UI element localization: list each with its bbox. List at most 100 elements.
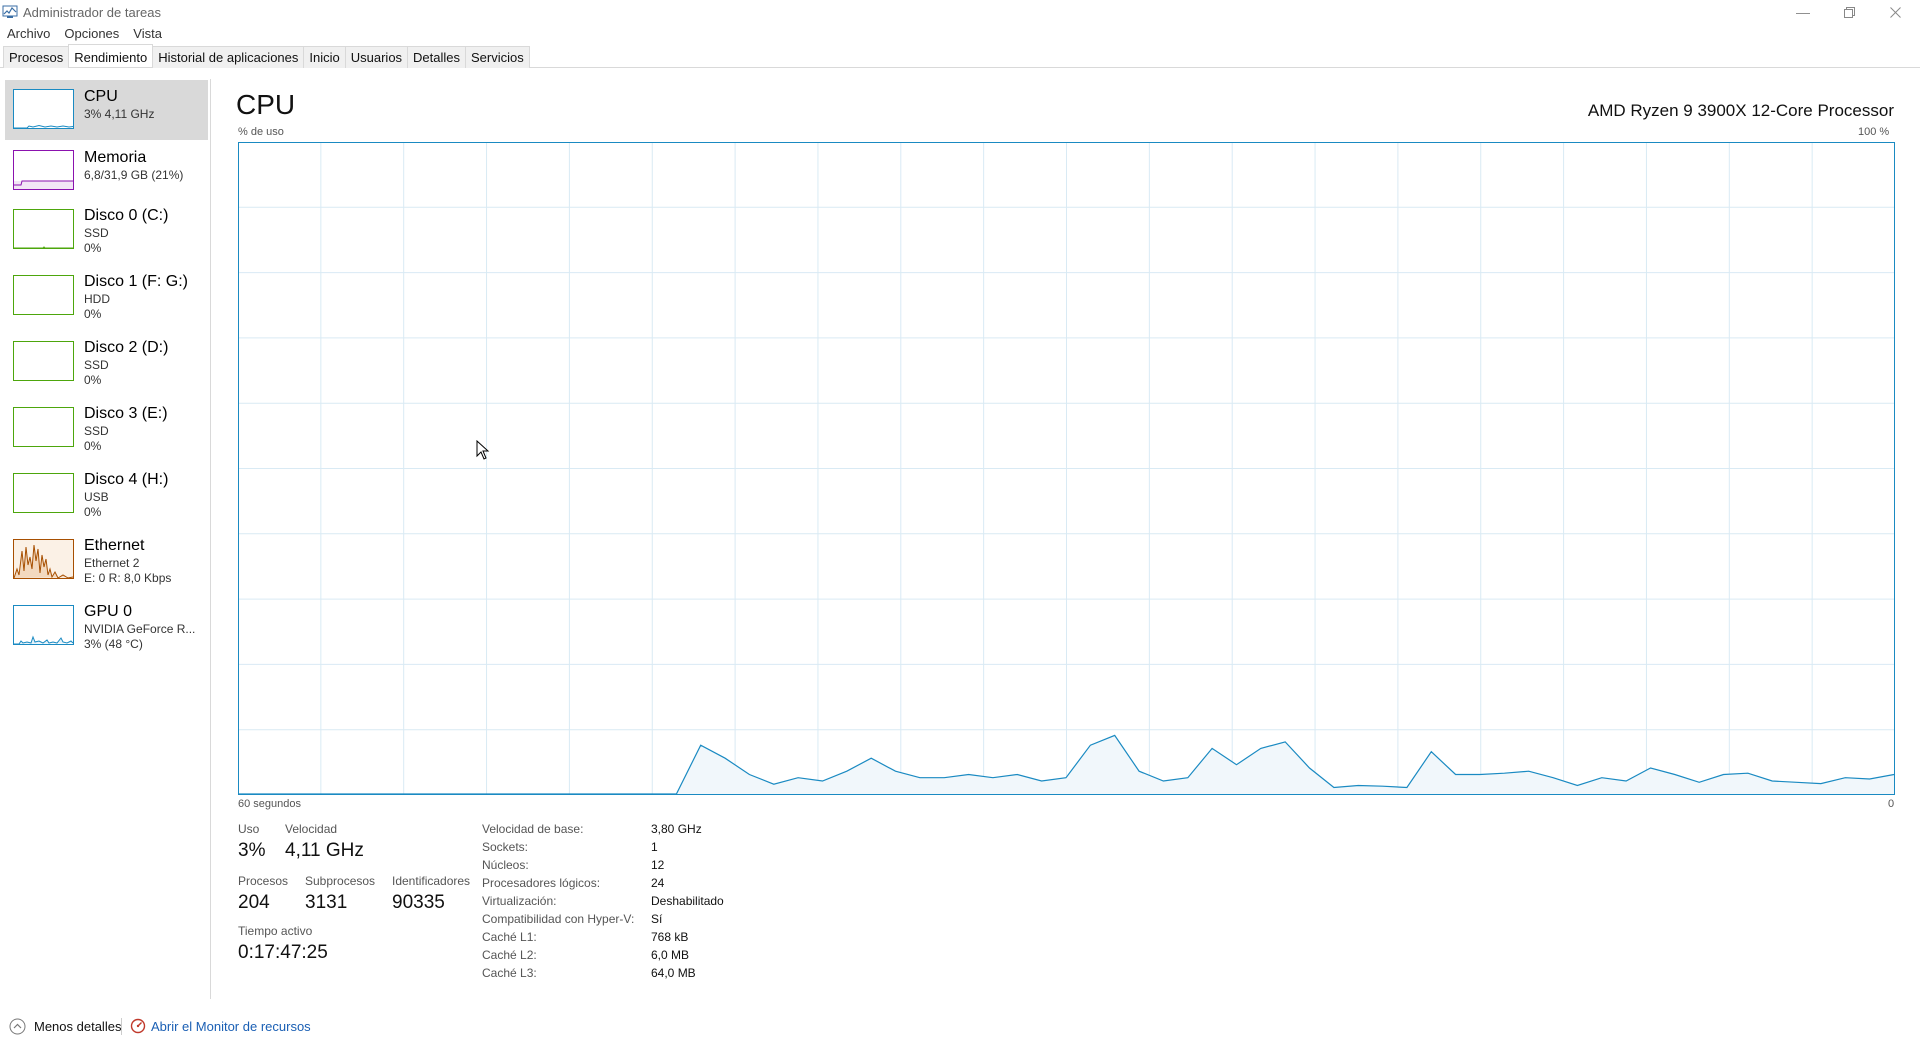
sidebar-item-type: HDD — [84, 292, 110, 306]
spec-label: Caché L1: — [482, 930, 537, 944]
spec-label: Caché L2: — [482, 948, 537, 962]
sidebar-item-type: USB — [84, 490, 109, 504]
title-bar: Administrador de tareas — — [0, 0, 1920, 24]
spec-value: 12 — [651, 858, 665, 872]
tab-historial[interactable]: Historial de aplicaciones — [152, 46, 305, 68]
sidebar-item-type: SSD — [84, 358, 109, 372]
disk-thumbnail — [13, 209, 74, 249]
sidebar-item-disco-4[interactable]: Disco 4 (H:) USB 0% — [5, 464, 208, 530]
memory-thumbnail — [13, 150, 74, 190]
sidebar-item-name: CPU — [84, 88, 118, 105]
less-details-button[interactable]: Menos detalles — [34, 1019, 121, 1034]
sidebar-item-cpu[interactable]: CPU 3% 4,11 GHz — [5, 80, 208, 140]
spec-value: 3,80 GHz — [651, 822, 702, 836]
tab-bar: Procesos Rendimiento Historial de aplica… — [0, 44, 1920, 68]
sidebar-item-name: GPU 0 — [84, 603, 133, 620]
cpu-thumbnail — [13, 89, 74, 129]
x-left-label: 60 segundos — [238, 798, 301, 810]
spec-value: Sí — [651, 912, 663, 926]
resource-monitor-link[interactable]: Abrir el Monitor de recursos — [151, 1019, 311, 1034]
disk-thumbnail — [13, 473, 74, 513]
sidebar-item-name: Memoria — [84, 149, 147, 166]
subprocesos-value: 3131 — [305, 892, 348, 913]
spec-value: 1 — [651, 840, 658, 854]
resource-sidebar: CPU 3% 4,11 GHz Memoria 6,8/31,9 GB (21%… — [0, 79, 211, 999]
velocidad-value: 4,11 GHz — [285, 840, 364, 861]
tab-usuarios[interactable]: Usuarios — [344, 46, 409, 68]
sidebar-item-usage: 0% — [84, 505, 102, 519]
footer-divider — [121, 1018, 122, 1035]
subprocesos-label: Subprocesos — [305, 874, 376, 888]
uso-label: Uso — [238, 822, 260, 836]
mouse-cursor-icon — [476, 440, 490, 460]
task-manager-icon — [2, 5, 18, 18]
close-icon — [1889, 6, 1901, 18]
sidebar-item-adapter: Ethernet 2 — [84, 556, 140, 570]
sidebar-item-name: Disco 3 (E:) — [84, 405, 168, 422]
sidebar-item-gpu-0[interactable]: GPU 0 NVIDIA GeForce R... 3% (48 °C) — [5, 596, 208, 662]
minimize-button[interactable]: — — [1780, 0, 1826, 24]
sidebar-item-disco-0[interactable]: Disco 0 (C:) SSD 0% — [5, 200, 208, 266]
tab-servicios[interactable]: Servicios — [465, 46, 530, 68]
disk-thumbnail — [13, 407, 74, 447]
spec-label: Núcleos: — [482, 858, 529, 872]
spec-value: 768 kB — [651, 930, 689, 944]
chevron-up-circle-icon[interactable] — [9, 1018, 26, 1035]
close-button[interactable] — [1872, 0, 1918, 24]
sidebar-item-disco-2[interactable]: Disco 2 (D:) SSD 0% — [5, 332, 208, 398]
spec-value: 24 — [651, 876, 665, 890]
sidebar-item-usage: 0% — [84, 241, 102, 255]
cpu-usage-graph — [238, 142, 1895, 795]
sidebar-item-type: SSD — [84, 226, 109, 240]
spec-label: Virtualización: — [482, 894, 557, 908]
sidebar-item-name: Disco 2 (D:) — [84, 339, 169, 356]
sidebar-item-disco-3[interactable]: Disco 3 (E:) SSD 0% — [5, 398, 208, 464]
spec-value: Deshabilitado — [651, 894, 724, 908]
disk-thumbnail — [13, 341, 74, 381]
menu-bar: Archivo Opciones Vista — [0, 24, 169, 44]
identificadores-label: Identificadores — [392, 874, 471, 888]
window-title: Administrador de tareas — [23, 5, 162, 20]
restore-icon — [1843, 6, 1855, 18]
sidebar-item-usage: 0% — [84, 373, 102, 387]
tab-inicio[interactable]: Inicio — [303, 46, 346, 68]
minimize-icon: — — [1796, 4, 1810, 20]
tab-detalles[interactable]: Detalles — [407, 46, 467, 68]
spec-label: Sockets: — [482, 840, 529, 854]
menu-vista[interactable]: Vista — [126, 24, 169, 44]
sidebar-item-ethernet[interactable]: Ethernet Ethernet 2 E: 0 R: 8,0 Kbps — [5, 530, 208, 596]
spec-label: Procesadores lógicos: — [482, 876, 601, 890]
tab-procesos[interactable]: Procesos — [3, 46, 70, 68]
ethernet-thumbnail — [13, 539, 74, 579]
menu-opciones[interactable]: Opciones — [57, 24, 126, 44]
sidebar-item-memoria[interactable]: Memoria 6,8/31,9 GB (21%) — [5, 142, 208, 198]
sidebar-item-usage: 0% — [84, 439, 102, 453]
y-axis-label: % de uso — [238, 126, 284, 138]
sidebar-item-type: SSD — [84, 424, 109, 438]
restore-button[interactable] — [1826, 0, 1872, 24]
uso-value: 3% — [238, 840, 266, 861]
sidebar-item-name: Disco 4 (H:) — [84, 471, 169, 488]
sidebar-item-usage: 0% — [84, 307, 102, 321]
page-title: CPU — [236, 89, 296, 120]
tab-rendimiento[interactable]: Rendimiento — [68, 44, 154, 67]
disk-thumbnail — [13, 275, 74, 315]
x-right-label: 0 — [1888, 798, 1895, 810]
spec-label: Compatibilidad con Hyper-V: — [482, 912, 635, 926]
y-max-label: 100 % — [1858, 126, 1890, 138]
processor-name: AMD Ryzen 9 3900X 12-Core Processor — [1587, 101, 1894, 120]
gpu-thumbnail — [13, 605, 74, 645]
menu-archivo[interactable]: Archivo — [0, 24, 57, 44]
spec-value: 6,0 MB — [651, 948, 690, 962]
resource-monitor-icon — [130, 1018, 146, 1034]
sidebar-item-disco-1[interactable]: Disco 1 (F: G:) HDD 0% — [5, 266, 208, 332]
spec-label: Caché L3: — [482, 966, 537, 980]
sidebar-item-sub: 6,8/31,9 GB (21%) — [84, 168, 184, 182]
tiempo-activo-label: Tiempo activo — [238, 924, 313, 938]
tiempo-activo-value: 0:17:47:25 — [238, 942, 328, 963]
velocidad-label: Velocidad — [285, 822, 338, 836]
footer-bar: Menos detalles Abrir el Monitor de recur… — [0, 1014, 1920, 1038]
sidebar-item-name: Disco 0 (C:) — [84, 207, 169, 224]
sidebar-item-throughput: E: 0 R: 8,0 Kbps — [84, 571, 172, 585]
sidebar-item-usage: 3% (48 °C) — [84, 637, 143, 651]
